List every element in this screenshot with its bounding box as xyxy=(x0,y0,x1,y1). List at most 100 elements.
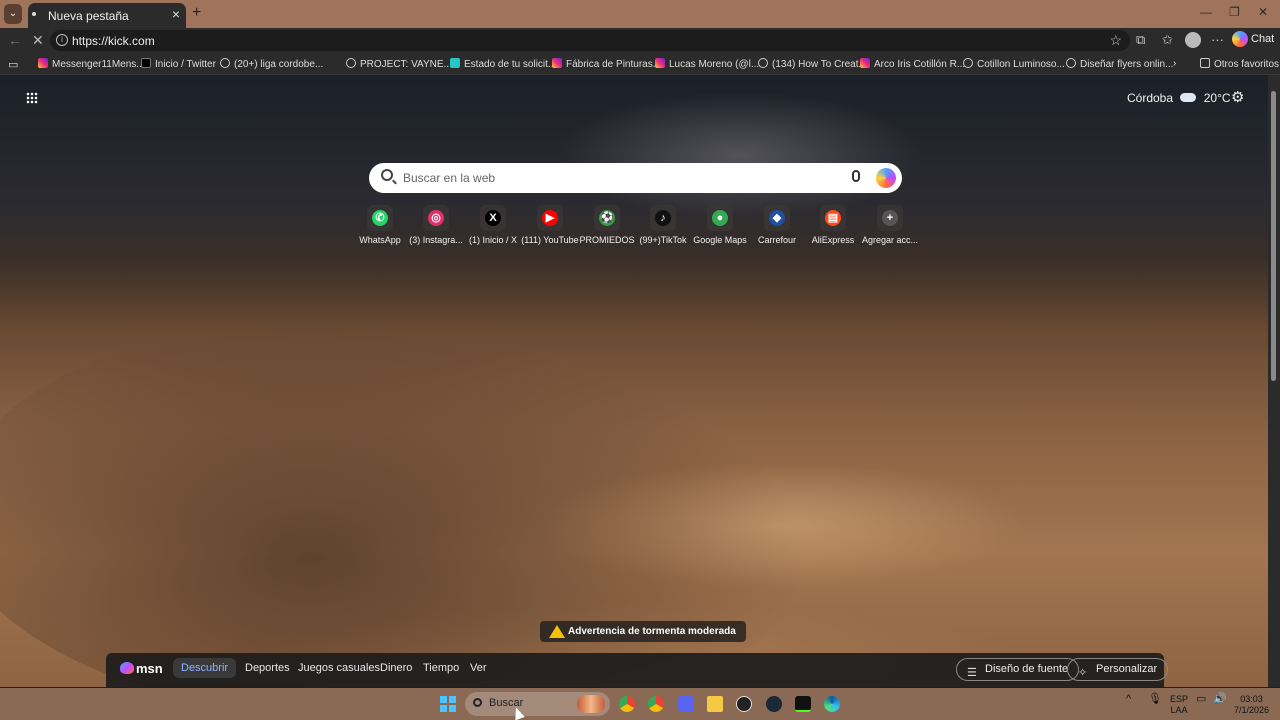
bookmark-item[interactable]: (134) How To Creat... xyxy=(758,58,867,70)
copilot-search-icon[interactable] xyxy=(876,168,896,188)
bookmark-item[interactable]: Fábrica de Pinturas... xyxy=(552,58,661,70)
chrome-profile-icon[interactable] xyxy=(648,696,664,712)
bookmark-item[interactable]: Estado de tu solicit... xyxy=(450,58,556,70)
close-window-button[interactable]: ✕ xyxy=(1258,5,1268,19)
quick-link-2[interactable]: X (1) Inicio / X xyxy=(463,205,523,245)
search-highlight-image xyxy=(577,695,605,713)
more-menu-icon[interactable]: ··· xyxy=(1211,32,1224,47)
profile-avatar[interactable] xyxy=(1185,32,1201,48)
restore-button[interactable]: ❐ xyxy=(1229,5,1240,19)
tab-loading-icon xyxy=(32,12,36,16)
quick-link-label: Google Maps xyxy=(693,235,747,245)
page-scrollbar[interactable] xyxy=(1268,75,1280,687)
microphone-icon[interactable] xyxy=(852,170,860,182)
address-bar[interactable]: i https://kick.com ☆ xyxy=(50,30,1130,51)
quick-link-5[interactable]: ♪ (99+)TikTok xyxy=(633,205,693,245)
app-launcher-icon[interactable] xyxy=(26,92,38,104)
collections-icon[interactable]: ▭ xyxy=(8,58,18,71)
kick-icon[interactable] xyxy=(795,696,811,712)
bookmark-item[interactable]: Arco Iris Cotillón R... xyxy=(860,58,965,70)
tray-overflow-chevron-icon[interactable]: ^ xyxy=(1126,694,1131,705)
msn-tab-juegos[interactable]: Juegos casuales xyxy=(298,662,380,674)
back-button[interactable]: ← xyxy=(8,32,22,48)
quick-link-icon: ⚽ xyxy=(599,210,615,226)
quick-link-4[interactable]: ⚽ PROMIEDOS xyxy=(577,205,637,245)
quick-link-label: (1) Inicio / X xyxy=(468,235,517,245)
quick-link-tile: ◆ xyxy=(764,205,790,231)
url-text[interactable]: https://kick.com xyxy=(72,34,155,48)
quick-link-6[interactable]: ● Google Maps xyxy=(690,205,750,245)
bookmark-item[interactable]: Messenger11Mens... xyxy=(38,58,145,70)
bookmark-item[interactable]: Cotillon Luminoso... xyxy=(963,58,1065,70)
search-icon xyxy=(381,169,393,181)
quick-link-icon: ◆ xyxy=(769,210,785,226)
taskbar-search[interactable]: Buscar xyxy=(465,692,610,716)
bookmark-item[interactable]: Diseñar flyers onlin... xyxy=(1066,58,1173,70)
quick-link-icon: X xyxy=(485,210,501,226)
bookmarks-overflow-chevron-icon[interactable]: › xyxy=(1173,58,1176,69)
figma-icon xyxy=(450,58,460,68)
volume-icon[interactable]: 🔊 xyxy=(1213,694,1227,705)
tray-microphone-icon[interactable]: 🎙 xyxy=(1148,694,1162,705)
copilot-icon xyxy=(1232,31,1248,47)
tab-active[interactable]: Nueva pestaña × xyxy=(28,3,186,28)
quick-link-1[interactable]: ◎ (3) Instagra... xyxy=(406,205,466,245)
web-search-box[interactable] xyxy=(369,163,902,193)
bookmark-item[interactable]: Inicio / Twitter xyxy=(141,58,216,70)
steam-icon[interactable] xyxy=(766,696,782,712)
language-indicator[interactable]: ESP LAA xyxy=(1170,694,1188,716)
favorites-icon[interactable]: ✩ xyxy=(1162,32,1173,48)
copilot-chat-button[interactable]: Chat xyxy=(1232,31,1274,49)
weather-warning-banner[interactable]: Advertencia de tormenta moderada xyxy=(540,621,746,642)
network-icon[interactable]: ▭ xyxy=(1196,694,1206,705)
settings-gear-icon[interactable]: ⚙ xyxy=(1231,88,1244,106)
site-info-icon[interactable]: i xyxy=(56,34,68,46)
quick-link-tile: ● xyxy=(707,205,733,231)
quick-link-icon: ● xyxy=(712,210,728,226)
file-explorer-icon[interactable] xyxy=(707,696,723,712)
edge-icon[interactable] xyxy=(824,696,840,712)
quick-link-3[interactable]: ▶ (111) YouTube xyxy=(520,205,580,245)
discord-icon[interactable] xyxy=(678,696,694,712)
globe-icon xyxy=(758,58,768,68)
sliders-icon: ☰ xyxy=(967,667,977,679)
quick-link-7[interactable]: ◆ Carrefour xyxy=(747,205,807,245)
msn-tab-dinero[interactable]: Dinero xyxy=(380,662,412,674)
font-design-button[interactable]: ☰ Diseño de fuente xyxy=(956,658,1080,681)
chrome-icon[interactable] xyxy=(619,696,635,712)
globe-icon xyxy=(963,58,973,68)
quick-link-9[interactable]: + Agregar acc... xyxy=(860,205,920,245)
globe-icon xyxy=(1066,58,1076,68)
quick-link-tile: + xyxy=(877,205,903,231)
x-icon xyxy=(141,58,151,68)
msn-tab-tiempo[interactable]: Tiempo xyxy=(423,662,459,674)
msn-tab-descubrir[interactable]: Descubrir xyxy=(173,658,237,678)
obs-icon[interactable] xyxy=(736,696,752,712)
msn-logo[interactable]: msn xyxy=(120,661,163,676)
quick-link-8[interactable]: ▤ AliExpress xyxy=(803,205,863,245)
search-input[interactable] xyxy=(403,168,833,188)
tab-close-icon[interactable]: × xyxy=(172,6,180,22)
scrollbar-thumb[interactable] xyxy=(1271,91,1276,381)
msn-tab-deportes[interactable]: Deportes xyxy=(245,662,290,674)
globe-icon xyxy=(220,58,230,68)
quick-link-icon: ✆ xyxy=(372,210,388,226)
stop-loading-button[interactable]: ✕ xyxy=(32,32,44,49)
new-tab-button[interactable]: + xyxy=(192,4,201,22)
personalize-button[interactable]: ✧ Personalizar xyxy=(1067,658,1169,681)
favorite-star-icon[interactable]: ☆ xyxy=(1109,32,1122,49)
bookmark-item[interactable]: Lucas Moreno (@l... xyxy=(655,58,759,70)
msn-tab-ver[interactable]: Ver xyxy=(470,662,487,674)
tab-actions-menu-button[interactable]: ⌄ xyxy=(4,4,22,24)
quick-link-0[interactable]: ✆ WhatsApp xyxy=(350,205,410,245)
bookmark-item[interactable]: (20+) liga cordobe... xyxy=(220,58,323,70)
quick-link-tile: ♪ xyxy=(650,205,676,231)
windows-start-icon[interactable] xyxy=(440,696,456,712)
extensions-icon[interactable]: ⧉ xyxy=(1136,32,1145,48)
bookmark-item[interactable]: PROJECT: VAYNE... xyxy=(346,58,452,70)
weather-temp: 20°C xyxy=(1203,91,1231,105)
other-favorites-folder[interactable]: Otros favoritos xyxy=(1200,58,1279,70)
minimize-button[interactable]: — xyxy=(1200,5,1212,19)
weather-widget[interactable]: Córdoba 20°C xyxy=(1127,91,1231,105)
clock[interactable]: 03:03 7/1/2026 xyxy=(1234,694,1269,716)
